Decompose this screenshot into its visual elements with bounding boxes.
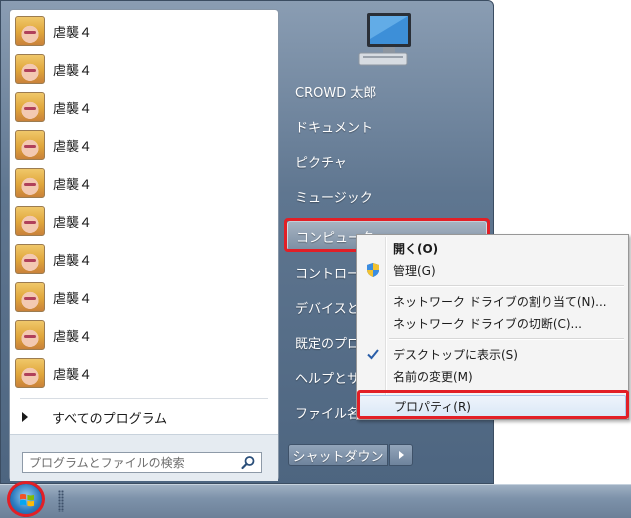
context-rename-label: 名前の変更(M) <box>393 369 473 384</box>
program-item[interactable]: 虐襲４ <box>13 203 275 239</box>
user-name-item[interactable]: CROWD 太郎 <box>287 76 487 106</box>
pictures-item[interactable]: ピクチャ <box>287 146 487 176</box>
program-label: 虐襲４ <box>53 215 93 231</box>
context-show-on-desktop-label: デスクトップに表示(S) <box>393 347 518 362</box>
all-programs-label: すべてのプログラム <box>52 411 168 427</box>
program-item[interactable]: 虐襲４ <box>13 241 275 277</box>
music-item[interactable]: ミュージック <box>287 181 487 211</box>
documents-item[interactable]: ドキュメント <box>287 111 487 141</box>
program-app-icon <box>15 54 45 84</box>
music-label: ミュージック <box>295 190 373 206</box>
program-app-icon <box>15 206 45 236</box>
program-app-icon <box>15 92 45 122</box>
program-app-icon <box>15 282 45 312</box>
context-map-drive-item[interactable]: ネットワーク ドライブの割り当て(N)... <box>359 290 626 312</box>
program-label: 虐襲４ <box>53 367 93 383</box>
program-item[interactable]: 虐襲４ <box>13 355 275 391</box>
program-app-icon <box>15 244 45 274</box>
run-label: ファイル名 <box>295 406 361 422</box>
program-item[interactable]: 虐襲４ <box>13 51 275 87</box>
program-app-icon <box>15 168 45 198</box>
context-disconnect-drive-label: ネットワーク ドライブの切断(C)... <box>393 316 583 331</box>
context-manage-item[interactable]: 管理(G) <box>359 259 626 281</box>
context-disconnect-drive-item[interactable]: ネットワーク ドライブの切断(C)... <box>359 312 626 334</box>
program-item[interactable]: 虐襲４ <box>13 89 275 125</box>
programs-pane: 虐襲４ 虐襲４ 虐襲４ 虐襲４ 虐襲４ 虐襲４ 虐襲４ 虐襲４ 虐襲４ 虐襲４ … <box>9 9 279 481</box>
program-label: 虐襲４ <box>53 63 93 79</box>
help-label: ヘルプとサ <box>295 371 361 387</box>
taskbar <box>0 484 631 518</box>
program-label: 虐襲４ <box>53 101 93 117</box>
program-app-icon <box>15 358 45 388</box>
program-label: 虐襲４ <box>53 253 93 269</box>
program-item[interactable]: 虐襲４ <box>13 317 275 353</box>
taskbar-grip[interactable] <box>58 490 64 512</box>
all-programs-button[interactable]: すべてのプログラム <box>18 406 268 428</box>
program-app-icon <box>15 130 45 160</box>
search-icon[interactable] <box>240 455 256 471</box>
program-label: 虐襲４ <box>53 329 93 345</box>
shutdown-button[interactable]: シャットダウン <box>288 444 388 466</box>
devices-label: デバイスと <box>295 301 360 317</box>
context-show-on-desktop-item[interactable]: デスクトップに表示(S) <box>359 343 626 365</box>
program-item[interactable]: 虐襲４ <box>13 13 275 49</box>
context-open-label: 開く(O) <box>393 241 439 256</box>
context-separator <box>389 285 624 287</box>
program-label: 虐襲４ <box>53 177 93 193</box>
context-open-item[interactable]: 開く(O) <box>359 237 626 259</box>
program-label: 虐襲４ <box>53 139 93 155</box>
context-separator <box>389 338 624 340</box>
computer-monitor-icon <box>358 13 411 66</box>
context-map-drive-label: ネットワーク ドライブの割り当て(N)... <box>393 294 607 309</box>
default-programs-label: 既定のプロ <box>295 336 361 352</box>
program-item[interactable]: 虐襲４ <box>13 127 275 163</box>
control-panel-label: コントロー <box>295 266 361 282</box>
triangle-right-icon <box>398 451 404 459</box>
context-manage-label: 管理(G) <box>393 263 436 278</box>
documents-label: ドキュメント <box>295 120 374 136</box>
program-item[interactable]: 虐襲４ <box>13 279 275 315</box>
shutdown-options-button[interactable] <box>389 444 413 466</box>
triangle-right-icon <box>22 412 28 422</box>
program-item[interactable]: 虐襲４ <box>13 165 275 201</box>
context-rename-item[interactable]: 名前の変更(M) <box>359 365 626 387</box>
uac-shield-icon <box>367 263 379 277</box>
program-label: 虐襲４ <box>53 291 93 307</box>
properties-highlight-box <box>357 390 629 419</box>
pictures-label: ピクチャ <box>295 155 347 171</box>
program-app-icon <box>15 16 45 46</box>
search-area <box>10 434 278 481</box>
program-app-icon <box>15 320 45 350</box>
search-input[interactable] <box>22 452 262 473</box>
program-label: 虐襲４ <box>53 25 93 41</box>
start-highlight-circle <box>7 481 45 517</box>
checkmark-icon <box>367 349 379 360</box>
all-programs-divider <box>20 398 268 399</box>
user-name-label: CROWD 太郎 <box>295 85 377 101</box>
